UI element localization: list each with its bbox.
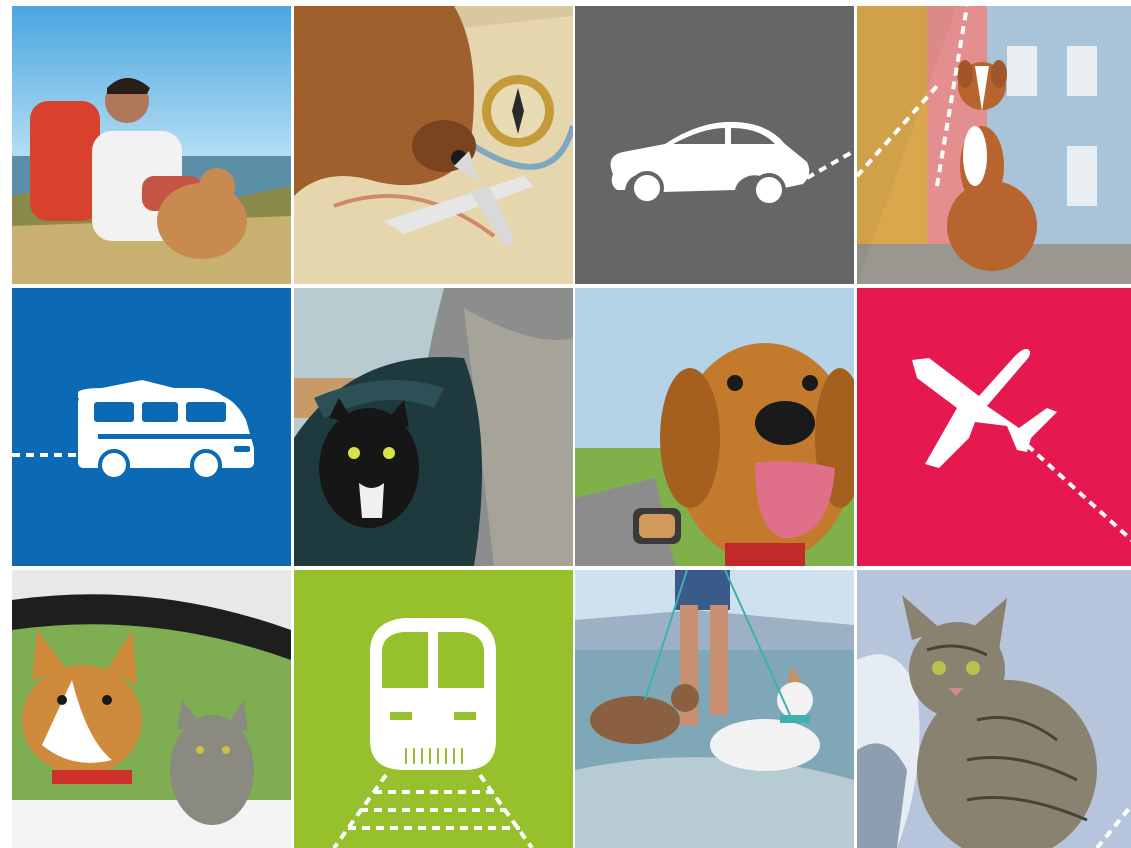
photo-tabby-cat-in-snow bbox=[857, 570, 1131, 848]
van-tile bbox=[12, 288, 291, 566]
corgi-and-cat-image bbox=[12, 570, 291, 848]
van-icon bbox=[12, 380, 254, 481]
photo-dog-on-street bbox=[857, 6, 1131, 284]
airplane-tile bbox=[857, 288, 1131, 566]
dog-on-street-image bbox=[857, 6, 1131, 284]
photo-golden-retriever-in-car bbox=[575, 288, 854, 566]
airplane-icon bbox=[912, 348, 1131, 543]
photo-corgi-and-cat-in-car-window bbox=[12, 570, 291, 848]
golden-retriever-in-car-image bbox=[575, 288, 854, 566]
cat-in-backpack-image bbox=[294, 288, 573, 566]
tabby-cat-in-snow-image bbox=[857, 570, 1131, 848]
car-icon bbox=[610, 121, 854, 207]
dog-with-map-image bbox=[294, 6, 573, 284]
hiker-with-dog-image bbox=[12, 6, 291, 284]
photo-hiker-with-dog bbox=[12, 6, 291, 284]
car-tile bbox=[575, 6, 854, 284]
train-icon bbox=[332, 618, 534, 848]
dogs-on-beach-image bbox=[575, 570, 854, 848]
train-tile bbox=[294, 570, 573, 848]
photo-dogs-on-beach bbox=[575, 570, 854, 848]
photo-cat-in-backpack bbox=[294, 288, 573, 566]
photo-dog-with-map bbox=[294, 6, 573, 284]
